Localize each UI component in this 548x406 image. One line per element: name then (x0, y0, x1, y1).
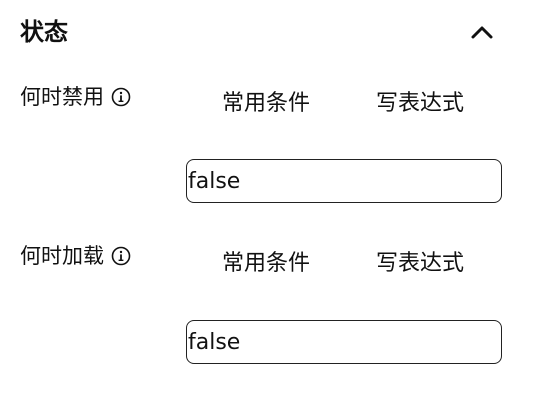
disabled-when-label-text: 何时禁用 (20, 85, 104, 109)
disabled-when-expression-input[interactable] (186, 159, 502, 203)
status-section-header: 状态 (0, 0, 548, 64)
collapse-toggle-button[interactable] (464, 16, 500, 48)
load-when-label-text: 何时加载 (20, 244, 104, 268)
load-when-expression-input[interactable] (186, 320, 502, 364)
load-when-tab-common-conditions[interactable]: 常用条件 (222, 248, 310, 280)
disabled-when-label: 何时禁用 (20, 82, 131, 112)
section-title: 状态 (20, 18, 68, 46)
disabled-when-tab-write-expression[interactable]: 写表达式 (376, 88, 464, 120)
disabled-when-tab-common-conditions[interactable]: 常用条件 (222, 88, 310, 120)
info-icon[interactable] (111, 87, 131, 107)
load-when-tab-write-expression[interactable]: 写表达式 (376, 248, 464, 280)
info-icon[interactable] (111, 246, 131, 266)
load-when-label: 何时加载 (20, 241, 131, 271)
chevron-up-icon (471, 26, 493, 39)
